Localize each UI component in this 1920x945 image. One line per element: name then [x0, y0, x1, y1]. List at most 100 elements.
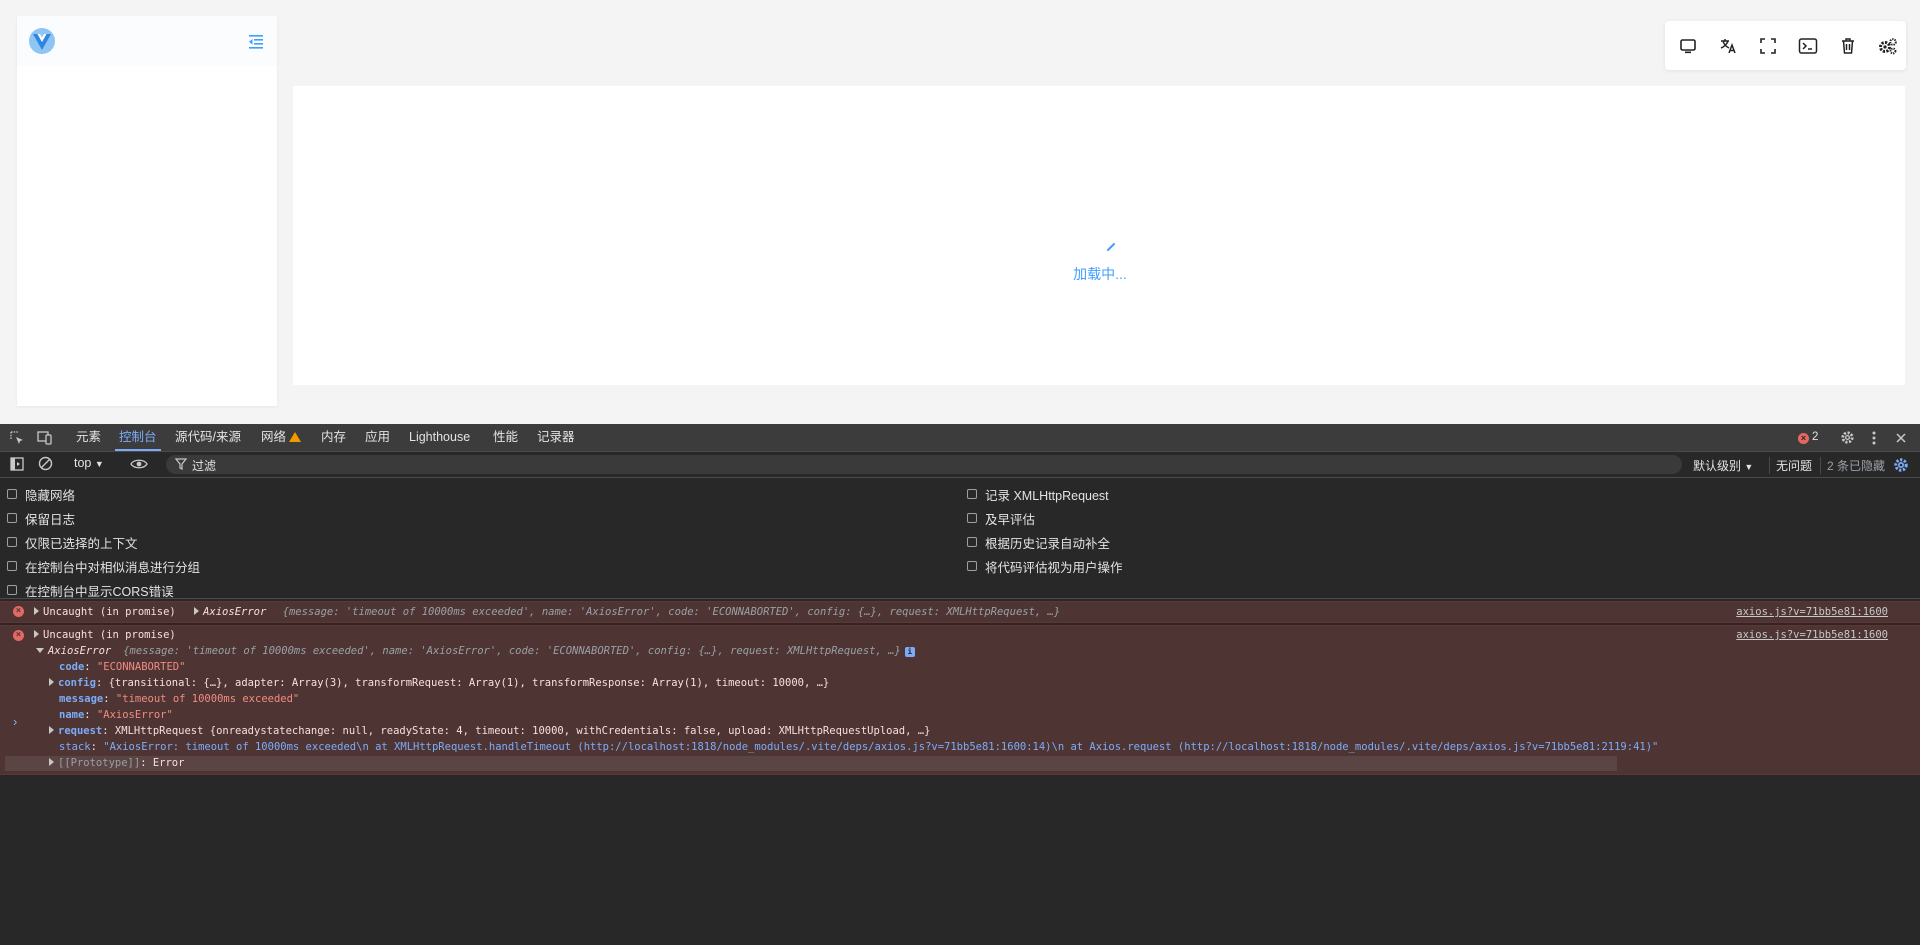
checkbox[interactable]: [7, 585, 17, 595]
tab-memory[interactable]: 内存: [321, 424, 346, 451]
error-class: AxiosError: [203, 606, 267, 618]
console-prompt[interactable]: ›: [13, 714, 17, 729]
setting-hide-network[interactable]: 隐藏网络: [7, 485, 75, 503]
trash-icon[interactable]: [1835, 33, 1861, 59]
prop-value: "AxiosError": [96, 709, 173, 721]
expand-arrow-icon[interactable]: [34, 607, 39, 615]
source-link[interactable]: axios.js?v=71bb5e81:1600: [1736, 606, 1888, 618]
prop-value: "AxiosError: timeout of 10000ms exceeded…: [103, 741, 1659, 753]
tab-sources[interactable]: 源代码/来源: [175, 424, 241, 451]
setting-selected-context-only[interactable]: 仅限已选择的上下文: [7, 533, 138, 551]
setting-eager-evaluation[interactable]: 及早评估: [967, 509, 1035, 527]
setting-group-similar[interactable]: 在控制台中对相似消息进行分组: [7, 557, 200, 575]
tab-network[interactable]: 网络: [261, 424, 302, 451]
sidebar: [17, 16, 277, 406]
checkbox[interactable]: [7, 537, 17, 547]
checkbox[interactable]: [967, 513, 977, 523]
setting-log-xhr[interactable]: 记录 XMLHttpRequest: [967, 485, 1109, 503]
top-toolbar: [1665, 21, 1906, 70]
expand-arrow-icon[interactable]: [194, 607, 200, 615]
setting-label: 根据历史记录自动补全: [985, 536, 1111, 551]
tab-lighthouse[interactable]: Lighthouse: [409, 424, 470, 451]
vue-logo-icon[interactable]: [27, 26, 57, 56]
tab-network-label: 网络: [261, 430, 287, 444]
translate-icon[interactable]: [1715, 33, 1741, 59]
log-level-value: 默认级别: [1693, 459, 1742, 473]
setting-label: 将代码评估视为用户操作: [985, 560, 1123, 575]
checkbox[interactable]: [7, 561, 17, 571]
sidebar-toggle-icon[interactable]: [8, 455, 26, 472]
devtools-panel: 元素 控制台 源代码/来源 网络 内存 应用 Lighthouse 性能 记录器…: [0, 424, 1920, 945]
prop-key: code: [59, 661, 85, 673]
warning-icon: [289, 432, 302, 442]
expand-arrow-icon[interactable]: [49, 758, 54, 766]
prop-key: config: [58, 677, 96, 689]
log-level-select[interactable]: 默认级别 ▼: [1693, 457, 1753, 474]
monitor-icon[interactable]: [1675, 33, 1701, 59]
prop-value: "timeout of 10000ms exceeded": [115, 693, 300, 705]
error-summary: {message: 'timeout of 10000ms exceeded',…: [123, 645, 901, 657]
loading-text: 加载中...: [1073, 266, 1127, 282]
prop-key: message: [59, 693, 104, 705]
context-select[interactable]: top ▼: [74, 456, 104, 470]
terminal-icon[interactable]: [1795, 33, 1821, 59]
filter-placeholder: 过滤: [192, 459, 217, 473]
chevron-down-icon: ▼: [1744, 462, 1754, 472]
prop-value: {transitional: {…}, adapter: Array(3), t…: [108, 677, 830, 689]
tab-elements[interactable]: 元素: [76, 424, 101, 451]
fullscreen-icon[interactable]: [1755, 33, 1781, 59]
tab-console[interactable]: 控制台: [115, 424, 160, 451]
source-link[interactable]: axios.js?v=71bb5e81:1600: [1736, 629, 1888, 641]
prop-key: [[Prototype]]: [58, 757, 141, 769]
loading-spinner-icon: [1107, 243, 1115, 251]
error-class: AxiosError: [48, 645, 112, 657]
console-settings-gear-icon[interactable]: [1893, 457, 1909, 473]
main-content-panel: [293, 86, 1905, 385]
issues-button[interactable]: 无问题: [1769, 457, 1812, 474]
prop-key: name: [59, 709, 85, 721]
setting-autocomplete-history[interactable]: 根据历史记录自动补全: [967, 533, 1110, 551]
error-prefix: Uncaught (in promise): [43, 629, 176, 641]
info-icon[interactable]: i: [904, 647, 915, 657]
tab-application[interactable]: 应用: [365, 424, 390, 451]
error-counter[interactable]: × 2: [1798, 424, 1818, 451]
checkbox[interactable]: [967, 489, 977, 499]
devtools-settings-icon[interactable]: [1838, 429, 1856, 446]
checkbox[interactable]: [967, 561, 977, 571]
expand-arrow-icon[interactable]: [34, 630, 39, 638]
filter-icon: [175, 458, 187, 470]
setting-label: 保留日志: [25, 512, 76, 527]
settings-gear-icon[interactable]: [1875, 33, 1901, 59]
tab-recorder[interactable]: 记录器: [537, 424, 575, 451]
error-count: 2: [1812, 431, 1819, 443]
setting-show-cors-errors[interactable]: 在控制台中显示CORS错误: [7, 581, 174, 599]
clear-console-icon[interactable]: [36, 455, 54, 472]
devtools-tab-bar: 元素 控制台 源代码/来源 网络 内存 应用 Lighthouse 性能 记录器…: [0, 424, 1920, 452]
console-filter-input[interactable]: 过滤: [166, 455, 1682, 474]
prototype-row[interactable]: [5, 756, 1617, 771]
sidebar-header: [17, 16, 277, 66]
checkbox[interactable]: [967, 537, 977, 547]
checkbox[interactable]: [7, 513, 17, 523]
inspect-element-icon[interactable]: [8, 429, 26, 446]
expand-arrow-icon[interactable]: [49, 678, 54, 686]
tab-performance[interactable]: 性能: [493, 424, 518, 451]
setting-treat-eval-as-user-action[interactable]: 将代码评估视为用户操作: [967, 557, 1123, 575]
chevron-down-icon: ▼: [94, 459, 104, 469]
more-options-icon[interactable]: [1865, 429, 1883, 446]
checkbox[interactable]: [7, 489, 17, 499]
collapse-arrow-icon[interactable]: [36, 648, 44, 653]
console-error-message-expanded[interactable]: × Uncaught (in promise) axios.js?v=71bb5…: [0, 625, 1920, 775]
menu-collapse-icon[interactable]: [246, 31, 266, 51]
device-toolbar-icon[interactable]: [36, 429, 54, 446]
error-circle-icon: ×: [13, 606, 24, 617]
prop-value: "ECONNABORTED": [96, 661, 186, 673]
live-expression-eye-icon[interactable]: [129, 455, 149, 472]
expand-arrow-icon[interactable]: [49, 726, 54, 734]
setting-preserve-log[interactable]: 保留日志: [7, 509, 75, 527]
console-toolbar: top ▼ 过滤 默认级别 ▼ 无问题 2 条已隐藏: [0, 452, 1920, 478]
setting-label: 及早评估: [985, 512, 1036, 527]
console-error-message[interactable]: × Uncaught (in promise) AxiosError {mess…: [0, 601, 1920, 623]
close-devtools-icon[interactable]: [1892, 429, 1910, 446]
error-prefix: Uncaught (in promise): [43, 606, 176, 618]
